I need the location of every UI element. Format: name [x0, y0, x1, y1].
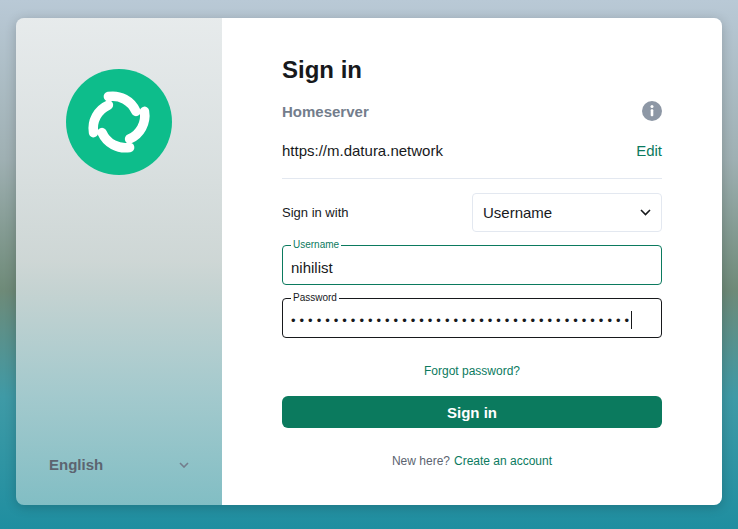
sign-in-button[interactable]: Sign in [282, 396, 662, 428]
homeserver-url: https://m.datura.network [282, 142, 443, 159]
info-icon[interactable] [642, 101, 662, 121]
text-field[interactable]: Password •••••••••••••••••••••••••••••••… [282, 298, 662, 338]
sign-in-with-row: Sign in with Username [282, 193, 662, 232]
chevron-down-icon [179, 462, 189, 468]
element-logo-icon [66, 69, 172, 175]
title: Sign in [282, 56, 662, 84]
chevron-down-icon [640, 209, 651, 216]
brand-panel: English [16, 18, 222, 505]
divider [282, 178, 662, 179]
login-type-select[interactable]: Username [472, 193, 662, 232]
language-selector[interactable]: English [49, 456, 189, 473]
create-account-link[interactable]: Create an account [454, 454, 552, 468]
edit-link[interactable]: Edit [636, 142, 662, 159]
homeserver-row: https://m.datura.network Edit [282, 142, 662, 159]
homeserver-header: Homeserver [282, 101, 662, 121]
login-page: English Sign in Homeserver https://m.dat… [0, 0, 738, 529]
text-cursor [631, 311, 632, 329]
login-card: English Sign in Homeserver https://m.dat… [16, 18, 722, 505]
forgot-password-link[interactable]: Forgot password? [282, 364, 662, 378]
text-field[interactable]: Username nihilist [282, 245, 662, 285]
sign-in-form: Sign in Homeserver https://m.datura.netw… [222, 18, 722, 505]
create-account-row: New here? Create an account [282, 454, 662, 468]
